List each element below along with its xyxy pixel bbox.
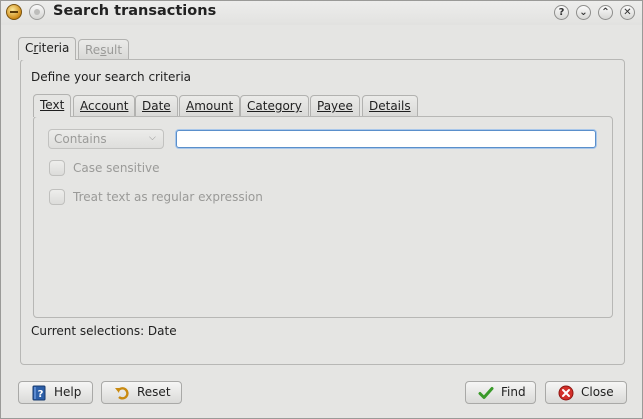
checkmark-icon xyxy=(478,387,494,399)
tab-account[interactable]: Account xyxy=(73,95,136,117)
tab-label: Category xyxy=(247,99,302,113)
tab-label: Amount xyxy=(186,99,234,113)
close-button[interactable]: Close xyxy=(545,381,627,404)
window-menu-icon[interactable] xyxy=(29,4,45,20)
tab-payee[interactable]: Payee xyxy=(310,95,360,117)
tab-result: Result xyxy=(78,39,130,59)
tab-amount[interactable]: Amount xyxy=(179,95,241,117)
undo-icon xyxy=(115,387,129,400)
regex-checkbox xyxy=(49,189,65,205)
close-label: Close xyxy=(581,385,614,399)
tab-details[interactable]: Details xyxy=(362,95,418,117)
find-button[interactable]: Find xyxy=(465,381,536,404)
select-value: Contains xyxy=(54,132,107,146)
close-window-icon[interactable]: ✕ xyxy=(620,5,635,20)
tab-category[interactable]: Category xyxy=(240,95,309,117)
tab-label: Criteria xyxy=(25,41,70,55)
tab-label: Date xyxy=(142,99,171,113)
criteria-heading: Define your search criteria xyxy=(31,70,192,84)
help-label: Help xyxy=(54,385,82,399)
case-sensitive-checkbox xyxy=(49,160,65,176)
current-selections: Current selections: Date xyxy=(31,324,177,338)
case-sensitive-label: Case sensitive xyxy=(73,161,160,175)
svg-text:?: ? xyxy=(38,389,44,400)
help-button[interactable]: ? Help xyxy=(18,381,93,404)
app-icon[interactable] xyxy=(6,4,22,20)
search-transactions-dialog: Search transactions ? ⌄ ⌃ ✕ Criteria Res… xyxy=(0,0,643,419)
regex-label: Treat text as regular expression xyxy=(73,190,263,204)
chevron-down-icon: ⌵ xyxy=(149,133,156,143)
find-label: Find xyxy=(501,385,526,399)
tab-label: Payee xyxy=(317,99,353,113)
tab-label: Details xyxy=(369,99,411,113)
tab-text[interactable]: Text xyxy=(33,94,72,117)
help-icon[interactable]: ? xyxy=(554,5,569,20)
tab-criteria[interactable]: Criteria xyxy=(18,37,77,60)
search-text-input[interactable] xyxy=(176,130,596,148)
match-type-select: Contains ⌵ xyxy=(48,129,164,149)
window-title: Search transactions xyxy=(53,3,217,19)
reset-button[interactable]: Reset xyxy=(101,381,182,404)
minimize-icon[interactable]: ⌄ xyxy=(576,5,591,20)
tab-date[interactable]: Date xyxy=(135,95,178,117)
tab-label: Account xyxy=(80,99,129,113)
reset-label: Reset xyxy=(137,385,171,399)
tab-label: Text xyxy=(40,98,65,112)
title-bar: Search transactions ? ⌄ ⌃ ✕ xyxy=(1,1,642,25)
close-icon xyxy=(558,385,574,401)
help-book-icon: ? xyxy=(32,385,46,401)
maximize-icon[interactable]: ⌃ xyxy=(598,5,613,20)
tab-label: Result xyxy=(85,43,123,57)
